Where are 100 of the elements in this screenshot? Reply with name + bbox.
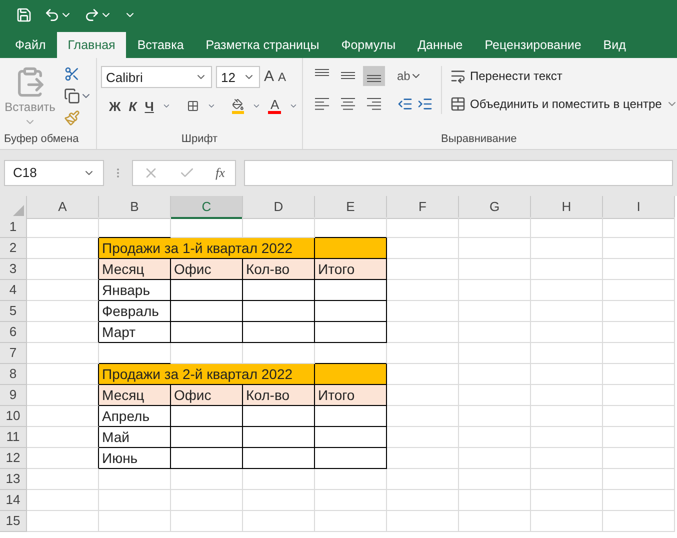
redo-icon[interactable] <box>84 7 100 23</box>
font-size-field[interactable]: 12 <box>216 66 260 88</box>
table-cell <box>315 427 387 448</box>
column-header[interactable]: B <box>99 196 171 219</box>
decrease-indent-icon[interactable] <box>397 96 413 112</box>
table-cell <box>315 301 387 322</box>
shrink-font-button[interactable]: A <box>278 68 286 86</box>
table-cell <box>171 301 243 322</box>
header-cell: Итого <box>315 385 387 406</box>
row-header[interactable]: 8 <box>0 364 27 385</box>
row-header[interactable]: 7 <box>0 343 27 364</box>
row-header[interactable]: 12 <box>0 448 27 469</box>
ribbon-tab[interactable]: Файл <box>4 32 57 58</box>
row-header[interactable]: 15 <box>0 511 27 532</box>
orientation-button[interactable]: ab <box>397 67 422 85</box>
name-box[interactable]: C18 <box>4 160 104 186</box>
ribbon-tab[interactable]: Вид <box>592 32 637 58</box>
row-header[interactable]: 1 <box>0 217 27 238</box>
font-color-button[interactable]: A <box>268 98 282 114</box>
align-icon <box>367 75 381 83</box>
ribbon-tab[interactable]: Вставка <box>126 32 195 58</box>
table-cell <box>171 322 243 343</box>
column-header[interactable]: G <box>459 196 531 219</box>
table-cell <box>243 301 315 322</box>
font-name-field[interactable]: Calibri <box>101 66 212 88</box>
table-title-cell <box>315 364 387 385</box>
fill-color-icon[interactable] <box>232 98 244 114</box>
table-cell <box>171 406 243 427</box>
table-cell <box>243 448 315 469</box>
ribbon-tab[interactable]: Данные <box>406 32 474 58</box>
align-icon <box>341 98 355 110</box>
column-header[interactable]: E <box>315 196 387 219</box>
copy-icon[interactable] <box>64 88 80 104</box>
table-cell <box>243 427 315 448</box>
column-header[interactable]: A <box>27 196 99 219</box>
column-header[interactable]: F <box>387 196 459 219</box>
ribbon-tab[interactable]: Главная <box>56 32 126 58</box>
align-icon <box>315 98 329 110</box>
row-header[interactable]: 2 <box>0 238 27 259</box>
table-cell: Апрель <box>99 406 171 427</box>
table-cell <box>315 322 387 343</box>
table-cell <box>243 322 315 343</box>
header-cell: Итого <box>315 259 387 280</box>
group-label: Шрифт <box>180 132 219 146</box>
ribbon-tab[interactable]: Формулы <box>330 32 407 58</box>
merge-center-button[interactable]: Объединить и поместить в центре <box>450 94 677 114</box>
table-cell: Июнь <box>99 448 171 469</box>
table-cell: Май <box>99 427 171 448</box>
scissors-icon[interactable] <box>64 66 80 82</box>
column-header[interactable]: C <box>171 196 243 219</box>
row-header[interactable]: 13 <box>0 469 27 490</box>
row-header[interactable]: 4 <box>0 280 27 301</box>
grow-font-button[interactable]: A <box>264 66 274 88</box>
column-header[interactable]: H <box>531 196 603 219</box>
row-header[interactable]: 5 <box>0 301 27 322</box>
table-cell <box>315 280 387 301</box>
row-header[interactable]: 14 <box>0 490 27 511</box>
column-header[interactable]: I <box>603 196 675 219</box>
header-cell: Месяц <box>99 259 171 280</box>
vertical-align-button[interactable] <box>363 66 385 86</box>
table-cell: Февраль <box>99 301 171 322</box>
header-cell: Месяц <box>99 385 171 406</box>
brush-icon[interactable] <box>64 110 80 126</box>
undo-icon[interactable] <box>44 7 60 23</box>
align-icon <box>367 98 381 110</box>
table-cell <box>171 427 243 448</box>
table-cell <box>171 448 243 469</box>
font-style-button[interactable]: К <box>128 96 137 116</box>
row-header[interactable]: 3 <box>0 259 27 280</box>
ribbon-tab[interactable]: Разметка страницы <box>194 32 330 58</box>
ribbon-tab[interactable]: Рецензирование <box>474 32 592 58</box>
table-cell <box>315 406 387 427</box>
merge-cells-icon <box>450 96 466 112</box>
table-title-cell <box>315 238 387 259</box>
group-label: Выравнивание <box>441 132 518 146</box>
insert-function-button[interactable]: fx <box>216 163 225 183</box>
font-style-button[interactable]: Ч <box>144 96 154 116</box>
table-title-cell: Продажи за 2-й квартал 2022 <box>99 364 315 385</box>
align-icon <box>341 72 355 80</box>
table-cell <box>315 448 387 469</box>
font-style-button[interactable]: Ж <box>109 96 121 116</box>
row-header[interactable]: 6 <box>0 322 27 343</box>
formula-input[interactable] <box>244 160 673 186</box>
increase-indent-icon[interactable] <box>417 96 433 112</box>
row-header[interactable]: 9 <box>0 385 27 406</box>
table-cell: Январь <box>99 280 171 301</box>
row-header[interactable]: 11 <box>0 427 27 448</box>
wrap-text-button[interactable]: Перенести текст <box>450 66 677 86</box>
wrap-text-icon <box>450 68 466 84</box>
table-cell <box>171 280 243 301</box>
align-icon <box>315 69 329 77</box>
column-header[interactable]: D <box>243 196 315 219</box>
header-cell: Офис <box>171 259 243 280</box>
group-label: Буфер обмена <box>3 132 80 146</box>
header-cell: Офис <box>171 385 243 406</box>
table-cell <box>243 280 315 301</box>
table-cell: Март <box>99 322 171 343</box>
save-icon[interactable] <box>16 7 32 23</box>
row-header[interactable]: 10 <box>0 406 27 427</box>
header-cell: Кол-во <box>243 385 315 406</box>
